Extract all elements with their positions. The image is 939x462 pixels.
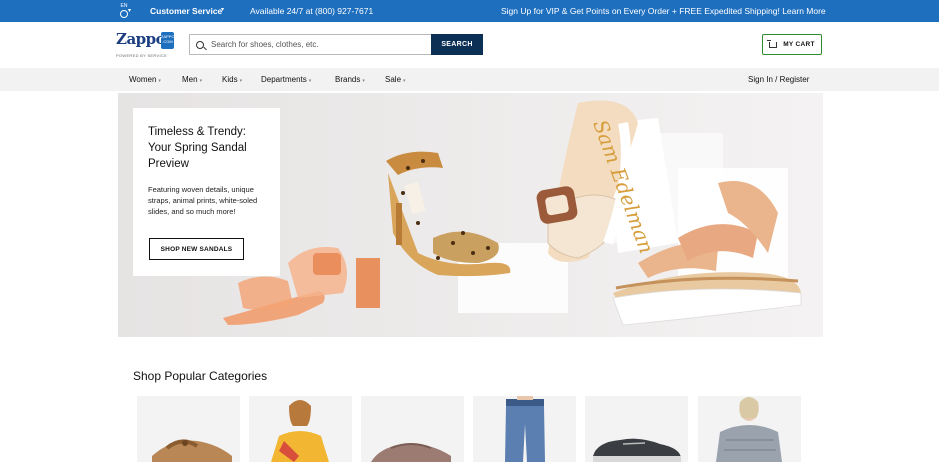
nav-item-label: Sale xyxy=(385,75,402,84)
hero-description: Featuring woven details, unique straps, … xyxy=(148,185,258,216)
chevron-down-icon: ▾ xyxy=(158,78,161,84)
category-tile-shoes[interactable] xyxy=(361,396,464,462)
jeans-thumbnail xyxy=(505,396,545,462)
nav-item-label: Women xyxy=(129,75,157,84)
globe-icon xyxy=(120,10,128,18)
logo-badge: ZAPPOS .COM xyxy=(161,32,177,49)
nav-item-sale[interactable]: Sale ▾ xyxy=(385,75,406,84)
nav-item-label: Men xyxy=(182,75,198,84)
zappos-logo[interactable]: Zappos ZAPPOS .COM POWERED BY SERVICE xyxy=(116,30,177,60)
nav-item-departments[interactable]: Departments ▾ xyxy=(261,75,311,84)
nav-item-label: Brands xyxy=(335,75,361,84)
language-label: EN xyxy=(120,3,128,9)
sneaker-thumbnail xyxy=(593,438,681,462)
search-button[interactable]: SEARCH xyxy=(431,34,483,55)
nav-item-men[interactable]: Men ▾ xyxy=(182,75,202,84)
search-box xyxy=(189,34,431,55)
my-cart-button[interactable]: MY CART xyxy=(762,34,822,55)
top-utility-bar: EN ▾ Customer Service ▾ Available 24/7 a… xyxy=(0,0,939,22)
nav-item-label: Departments xyxy=(261,75,307,84)
coat-thumbnail xyxy=(716,397,782,462)
nav-item-label: Kids xyxy=(222,75,238,84)
category-tile-coats[interactable] xyxy=(698,396,801,462)
dress-thumbnail xyxy=(271,400,329,462)
language-selector[interactable]: EN ▾ xyxy=(116,3,132,19)
cart-label: MY CART xyxy=(783,41,815,48)
main-nav: Women ▾ Men ▾ Kids ▾ Departments ▾ Brands ▾ S… xyxy=(0,68,939,91)
vip-promo-link[interactable]: Sign Up for VIP & Get Points on Every Or… xyxy=(501,6,826,16)
chevron-down-icon: ▾ xyxy=(199,78,203,84)
nav-item-brands[interactable]: Brands ▾ xyxy=(335,75,365,84)
sandal-thumbnail xyxy=(152,439,232,462)
chevron-down-icon: ▾ xyxy=(128,8,132,14)
category-tile-jeans[interactable] xyxy=(473,396,576,462)
shop-new-sandals-button[interactable]: SHOP NEW SANDALS xyxy=(149,238,244,260)
shoe-thumbnail xyxy=(371,443,451,462)
chevron-down-icon: ▾ xyxy=(239,78,243,84)
logo-tagline: POWERED BY SERVICE xyxy=(116,53,168,58)
sign-in-register-link[interactable]: Sign In / Register xyxy=(748,75,809,84)
search-icon xyxy=(196,40,204,49)
chevron-down-icon: ▾ xyxy=(308,78,312,84)
category-tile-dresses[interactable] xyxy=(249,396,352,462)
customer-service-link[interactable]: Customer Service xyxy=(150,6,222,16)
phone-availability[interactable]: Available 24/7 at (800) 927-7671 xyxy=(250,6,373,16)
category-tile-sneakers[interactable] xyxy=(585,396,688,462)
popular-categories-heading: Shop Popular Categories xyxy=(133,369,268,383)
chevron-down-icon: ▾ xyxy=(403,78,406,84)
site-header: Zappos ZAPPOS .COM POWERED BY SERVICE SE… xyxy=(0,22,939,68)
chevron-down-icon: ▾ xyxy=(221,7,225,13)
category-tile-sandals[interactable] xyxy=(137,396,240,462)
search-input[interactable] xyxy=(211,40,411,49)
nav-item-kids[interactable]: Kids ▾ xyxy=(222,75,242,84)
chevron-down-icon: ▾ xyxy=(362,78,365,84)
hero-headline: Timeless & Trendy: Your Spring Sandal Pr… xyxy=(148,126,247,170)
cart-icon xyxy=(767,39,778,48)
nav-item-women[interactable]: Women ▾ xyxy=(129,75,161,84)
